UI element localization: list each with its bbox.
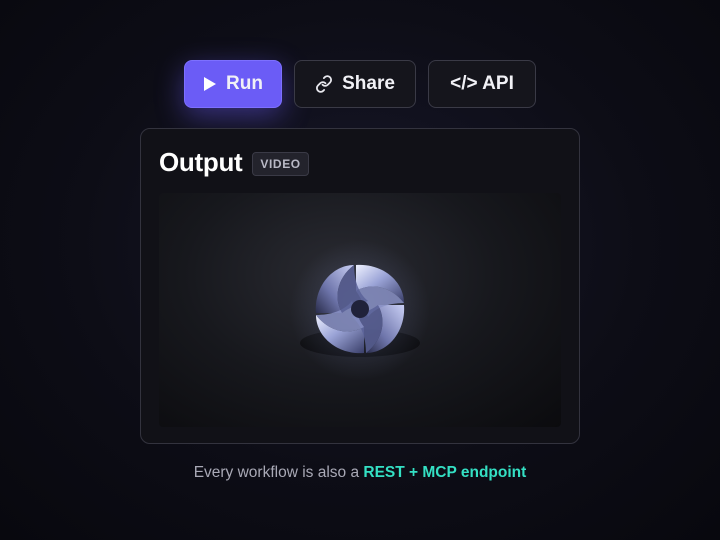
tagline-highlight: REST + MCP endpoint <box>363 464 527 481</box>
app-stage: Run Share </> API Output VIDEO Every wor… <box>0 0 720 540</box>
play-icon <box>203 76 217 92</box>
output-panel: Output VIDEO <box>140 128 580 444</box>
media-type-badge: VIDEO <box>252 152 309 176</box>
toolbar: Run Share </> API <box>184 60 536 108</box>
video-player[interactable] <box>159 193 561 427</box>
run-button[interactable]: Run <box>184 60 282 108</box>
output-header: Output VIDEO <box>159 147 309 178</box>
share-label: Share <box>342 73 395 94</box>
link-icon <box>315 75 333 93</box>
tagline-text: Every workflow is also a <box>193 464 364 481</box>
api-label: </> API <box>450 73 514 94</box>
api-button[interactable]: </> API <box>428 60 536 108</box>
output-title: Output <box>159 147 243 177</box>
share-button[interactable]: Share <box>294 60 416 108</box>
swirl-logo-icon <box>290 240 430 380</box>
run-label: Run <box>226 73 263 94</box>
footer-tagline: Every workflow is also a REST + MCP endp… <box>0 464 720 482</box>
